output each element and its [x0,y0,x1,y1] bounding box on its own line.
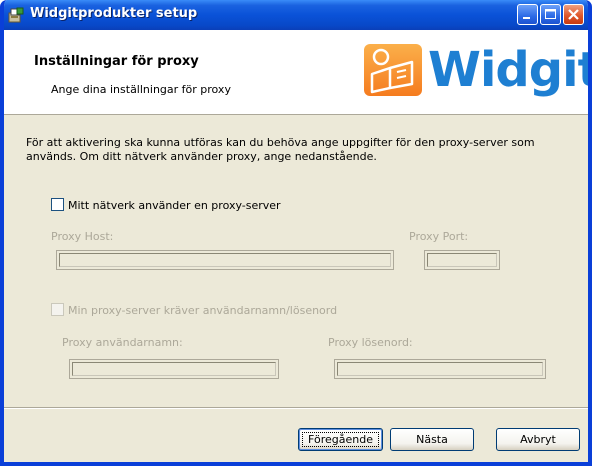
close-button[interactable] [563,4,584,25]
widgit-symbol-icon [364,44,422,96]
minimize-button[interactable] [517,4,538,25]
proxy-host-input[interactable] [56,250,394,270]
next-button[interactable]: Nästa [390,428,474,451]
window-title: Widgitprodukter setup [30,6,198,21]
use-proxy-checkbox[interactable] [51,198,64,211]
username-input[interactable] [69,359,279,379]
logo-wordmark: Widgit [428,42,592,98]
username-label: Proxy användarnamn: [62,336,183,349]
title-bar[interactable]: Widgitprodukter setup [4,0,588,30]
auth-required-label[interactable]: Min proxy-server kräver användarnamn/lös… [68,304,337,317]
dialog-header: Inställningar för proxy Ange dina instäl… [4,30,588,115]
cancel-button[interactable]: Avbryt [496,428,580,451]
password-label: Proxy lösenord: [328,336,413,349]
password-input[interactable] [334,359,546,379]
proxy-port-input[interactable] [424,250,500,270]
page-title: Inställningar för proxy [34,54,199,69]
installer-icon [8,7,24,23]
back-button[interactable]: Föregående [298,428,383,451]
description-text: För att aktivering ska kunna utföras kan… [26,136,535,163]
proxy-port-label: Proxy Port: [409,230,469,243]
footer-divider [4,407,588,409]
maximize-button[interactable] [540,4,561,25]
dialog-content: För att aktivering ska kunna utföras kan… [4,115,588,407]
proxy-host-label: Proxy Host: [51,230,114,243]
widgit-logo: Widgit [362,40,588,102]
page-subtitle: Ange dina inställningar för proxy [51,83,231,96]
use-proxy-label[interactable]: Mitt nätverk använder en proxy-server [68,199,281,212]
auth-required-checkbox[interactable] [51,303,64,316]
setup-window: Widgitprodukter setup Inställningar för … [0,0,592,466]
